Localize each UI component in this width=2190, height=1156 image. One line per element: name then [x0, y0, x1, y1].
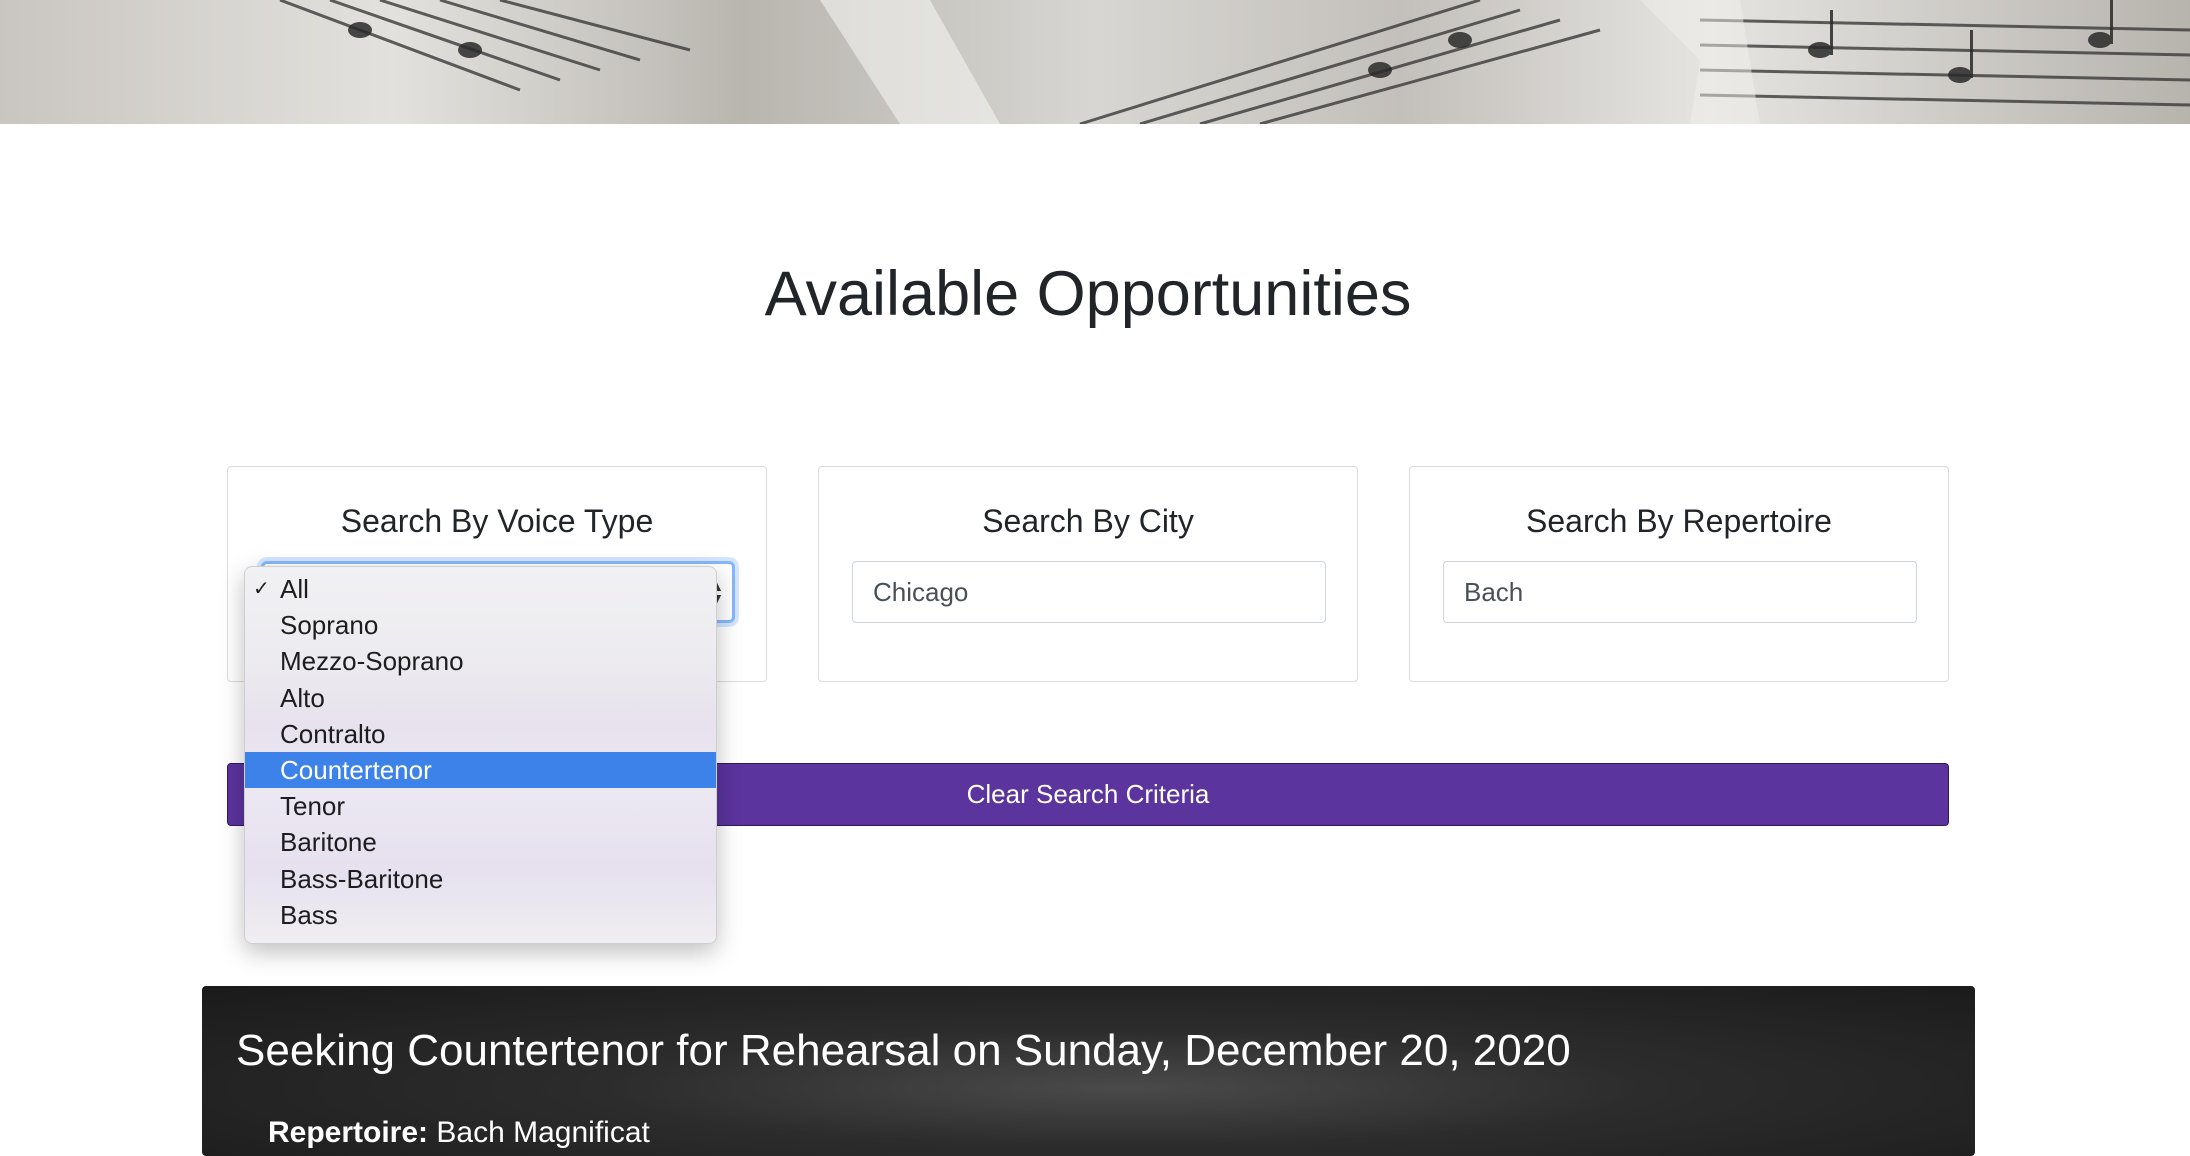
option-bass[interactable]: Bass: [245, 897, 716, 933]
repertoire-heading: Search By Repertoire: [1526, 503, 1832, 539]
option-all[interactable]: ✓ All: [245, 571, 716, 607]
page-title: Available Opportunities: [764, 259, 1412, 329]
opportunity-repertoire: Repertoire: Bach Magnificat: [268, 1116, 650, 1150]
option-bass-baritone[interactable]: Bass-Baritone: [245, 861, 716, 897]
option-contralto[interactable]: Contralto: [245, 716, 716, 752]
repertoire-label: Repertoire:: [268, 1116, 429, 1149]
city-card: Search By City: [818, 466, 1358, 682]
checkmark-icon: ✓: [253, 578, 270, 600]
voice-type-heading: Search By Voice Type: [340, 503, 654, 539]
option-baritone[interactable]: Baritone: [245, 824, 716, 860]
opportunity-card: Seeking Countertenor for Rehearsal on Su…: [202, 986, 1975, 1156]
option-mezzo-soprano[interactable]: Mezzo-Soprano: [245, 643, 716, 679]
repertoire-value: Bach Magnificat: [436, 1116, 650, 1149]
option-alto[interactable]: Alto: [245, 680, 716, 716]
opportunity-title: Seeking Countertenor for Rehearsal on Su…: [236, 1026, 1571, 1075]
city-heading: Search By City: [982, 503, 1194, 539]
option-countertenor[interactable]: Countertenor: [245, 751, 716, 789]
city-input[interactable]: [852, 561, 1326, 623]
repertoire-card: Search By Repertoire: [1409, 466, 1949, 682]
sheet-music-image: [279, 0, 2190, 124]
voice-type-dropdown: ✓ All Soprano Mezzo-Soprano Alto Contralt…: [244, 566, 717, 944]
option-soprano[interactable]: Soprano: [245, 607, 716, 643]
option-tenor[interactable]: Tenor: [245, 788, 716, 824]
repertoire-input[interactable]: [1443, 561, 1917, 623]
hero-banner: [0, 0, 2190, 124]
